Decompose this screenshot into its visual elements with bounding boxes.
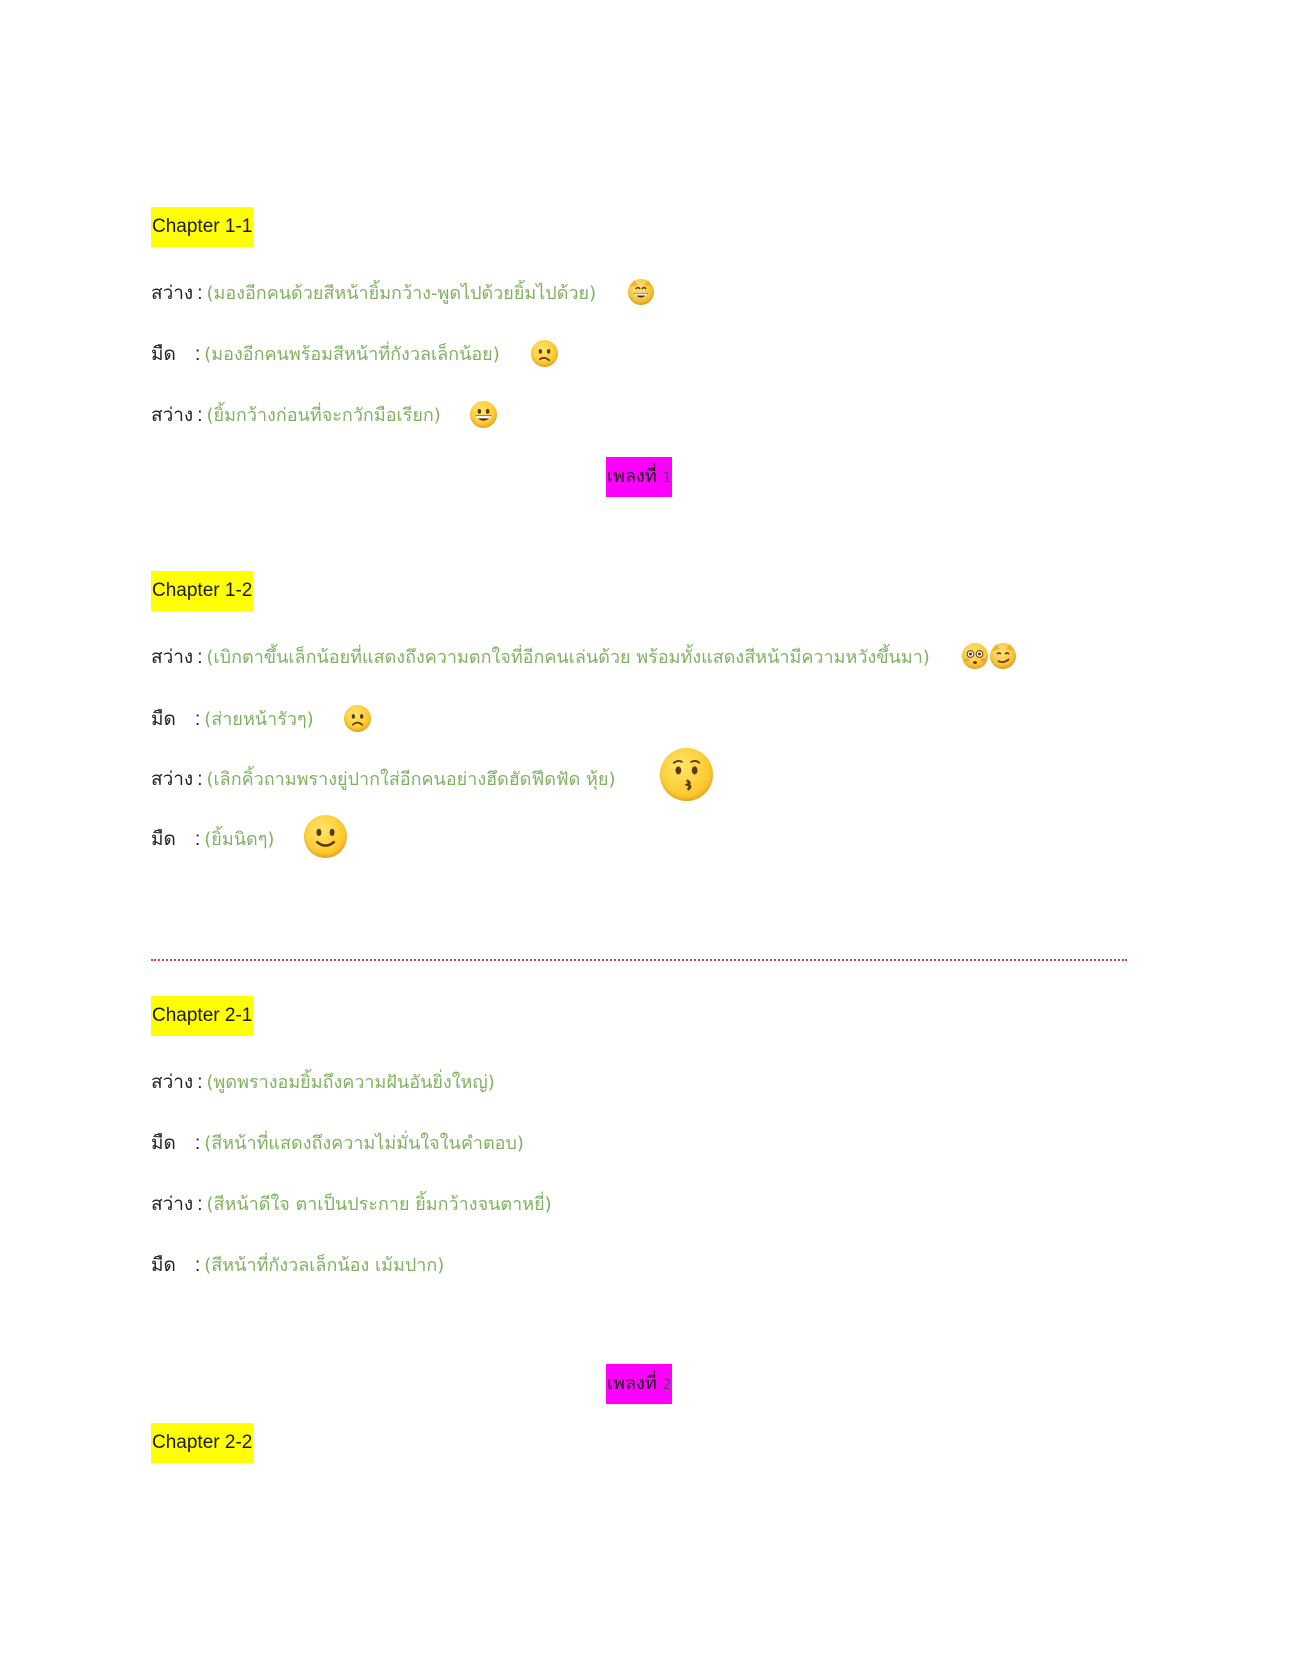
song-number: 1 — [662, 470, 672, 486]
stage-direction: (สีหน้าที่กังวลเล็กน้อง เม้มปาก) — [204, 1255, 445, 1276]
song-marker: เพลงที่ 1 — [606, 457, 673, 497]
speaker-name: มืด — [151, 828, 176, 850]
speaker-colon: : — [195, 829, 201, 850]
dialogue-line: สว่าง: (พูดพรางอมยิ้มถึงความฝันอันยิ่งใหญ… — [151, 1065, 495, 1099]
speaker-colon: : — [195, 1133, 201, 1154]
grinning-face-emoji — [470, 401, 497, 428]
dialogue-line: สว่าง: (เบิกตาขึ้นเล็กน้อยที่แสดงถึงความต… — [151, 640, 930, 674]
speaker-name: สว่าง — [151, 404, 194, 426]
speaker-name: มืด — [151, 1254, 176, 1276]
dialogue-line: สว่าง: (สีหน้าดีใจ ตาเป็นประกาย ยิ้มกว้าง… — [151, 1187, 552, 1221]
stage-direction: (สีหน้าดีใจ ตาเป็นประกาย ยิ้มกว้างจนตาหย… — [206, 1194, 552, 1215]
section-divider — [151, 959, 1127, 961]
stage-direction: (เบิกตาขึ้นเล็กน้อยที่แสดงถึงความตกใจที่… — [206, 647, 930, 668]
speaker-colon: : — [197, 769, 203, 790]
speaker-colon: : — [195, 1255, 201, 1276]
speaker-colon: : — [197, 283, 203, 304]
stage-direction: (ส่ายหน้ารัวๆ) — [204, 709, 314, 730]
song-label: เพลงที่ — [607, 1373, 657, 1394]
slightly-frowning-face-emoji — [344, 705, 371, 732]
slightly-smiling-face-emoji — [304, 815, 347, 858]
speaker-name: สว่าง — [151, 1193, 194, 1215]
speaker-name: สว่าง — [151, 768, 194, 790]
dialogue-line: มืด: (มองอีกคนพร้อมสีหน้าที่กังวลเล็กน้อย… — [151, 337, 500, 371]
song-number: 2 — [662, 1377, 672, 1393]
song-marker: เพลงที่ 2 — [606, 1364, 673, 1404]
speaker-name: มืด — [151, 343, 176, 365]
document-page: Chapter 1-1 สว่าง: (มองอีกคนด้วยสีหน้ายิ้… — [0, 0, 1289, 1668]
chapter-heading: Chapter 2-1 — [151, 996, 254, 1036]
speaker-colon: : — [197, 647, 203, 668]
chapter-heading: Chapter 1-1 — [151, 207, 254, 247]
speaker-colon: : — [197, 1072, 203, 1093]
stage-direction: (สีหน้าที่แสดงถึงความไม่มั่นใจในคำตอบ) — [204, 1133, 524, 1154]
stage-direction: (มองอีกคนพร้อมสีหน้าที่กังวลเล็กน้อย) — [204, 344, 500, 365]
speaker-colon: : — [195, 709, 201, 730]
dialogue-line: มืด: (สีหน้าที่แสดงถึงความไม่มั่นใจในคำตอ… — [151, 1126, 524, 1160]
speaker-colon: : — [197, 405, 203, 426]
dialogue-line: สว่าง: (ยิ้มกว้างก่อนที่จะกวักมือเรียก) — [151, 398, 441, 432]
flushed-face-emoji — [962, 643, 988, 669]
stage-direction: (ยิ้มกว้างก่อนที่จะกวักมือเรียก) — [206, 405, 441, 426]
speaker-name: สว่าง — [151, 1071, 194, 1093]
song-label: เพลงที่ — [607, 466, 657, 487]
dialogue-line: สว่าง: (มองอีกคนด้วยสีหน้ายิ้มกว้าง-พูดไป… — [151, 276, 596, 310]
speaker-colon: : — [195, 344, 201, 365]
grinning-cat-emoji — [628, 279, 654, 305]
kissing-face-emoji — [660, 748, 713, 801]
dialogue-line: มืด: (ส่ายหน้ารัวๆ) — [151, 702, 314, 736]
speaker-name: มืด — [151, 1132, 176, 1154]
dialogue-line: มืด: (ยิ้มนิดๆ) — [151, 822, 274, 856]
smirking-cat-emoji — [990, 643, 1016, 669]
speaker-name: มืด — [151, 708, 176, 730]
dialogue-line: มืด: (สีหน้าที่กังวลเล็กน้อง เม้มปาก) — [151, 1248, 444, 1282]
stage-direction: (พูดพรางอมยิ้มถึงความฝันอันยิ่งใหญ่) — [206, 1072, 495, 1093]
speaker-name: สว่าง — [151, 282, 194, 304]
chapter-heading: Chapter 2-2 — [151, 1423, 254, 1463]
speaker-name: สว่าง — [151, 646, 194, 668]
chapter-heading: Chapter 1-2 — [151, 571, 254, 611]
dialogue-line: สว่าง: (เลิกคิ้วถามพรางยู่ปากใส่อีกคนอย่า… — [151, 762, 616, 796]
stage-direction: (เลิกคิ้วถามพรางยู่ปากใส่อีกคนอย่างฮึดฮั… — [206, 769, 616, 790]
speaker-colon: : — [197, 1194, 203, 1215]
stage-direction: (ยิ้มนิดๆ) — [204, 829, 275, 850]
stage-direction: (มองอีกคนด้วยสีหน้ายิ้มกว้าง-พูดไปด้วยยิ… — [206, 283, 597, 304]
confused-face-emoji — [531, 340, 558, 367]
